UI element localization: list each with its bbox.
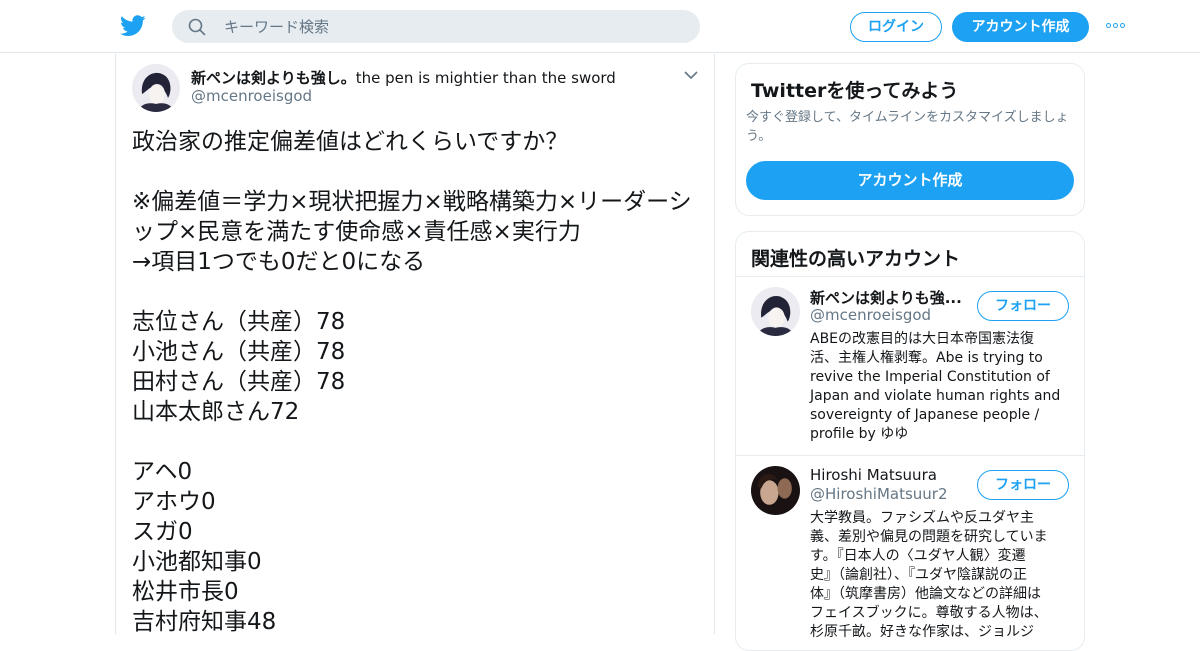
signup-card-button[interactable]: アカウント作成 (746, 161, 1074, 200)
tweet-line: 田村さん（共産）78 (132, 369, 346, 395)
related-account-item: 新ペンは剣よりも強... @mcenroeisgod フォロー ABEの改憲目的… (736, 277, 1084, 456)
search-box (172, 10, 700, 43)
account-bio: ABEの改憲目的は大日本帝国憲法復 活、主権人権剥奪。Abe is trying… (810, 330, 1072, 444)
bio-line: revive the Imperial Constitution of (810, 369, 1050, 385)
top-navigation-bar: ログイン アカウント作成 (0, 0, 1200, 53)
tweet-line: 小池さん（共産）78 (132, 339, 346, 365)
tweet-line: →項目1つでも0だと0になる (132, 249, 426, 275)
account-avatar-image (751, 466, 800, 515)
tweet-line: 小池都知事0 (132, 549, 262, 575)
bio-line: sovereignty of Japanese people / (810, 407, 1040, 423)
account-handle[interactable]: @mcenroeisgod (810, 306, 931, 324)
bio-line: 義、差別や偏見の問題を研究していま (810, 529, 1048, 545)
signup-card: Twitterを使ってみよう 今すぐ登録して、タイムラインをカスタマイズしましょ… (735, 63, 1085, 216)
author-name-latin: the pen is mightier than the sword (355, 69, 616, 87)
tweet-line: ップ×民意を満たす使命感×責任感×実行力 (132, 219, 581, 245)
account-bio: 大学教員。ファシズムや反ユダヤ主 義、差別や偏見の問題を研究していま す。『日本… (810, 509, 1072, 642)
author-handle[interactable]: @mcenroeisgod (191, 87, 312, 105)
bio-line: 大学教員。ファシズムや反ユダヤ主 (810, 510, 1034, 526)
signup-card-description: 今すぐ登録して、タイムラインをカスタマイズしましょう。 (746, 110, 1069, 144)
twitter-bird-icon[interactable] (120, 14, 146, 38)
tweet-line: 山本太郎さん72 (132, 399, 300, 425)
tweet-line: 松井市長0 (132, 579, 239, 605)
chevron-down-icon[interactable] (684, 70, 698, 80)
bio-line: ABEの改憲目的は大日本帝国憲法復 (810, 331, 1035, 347)
bio-line: フェイスブックに。尊敬する人物は、 (810, 605, 1048, 621)
author-name-jp: 新ペンは剣よりも強し。 (191, 69, 356, 87)
tweet-line: ※偏差値＝学力×現状把握力×戦略構築力×リーダーシ (132, 189, 692, 215)
avatar[interactable] (751, 287, 800, 336)
bio-line: Japan and violate human rights and (810, 388, 1061, 404)
tweet-text: 政治家の推定偏差値はどれくらいですか？ ※偏差値＝学力×現状把握力×戦略構築力×… (132, 127, 702, 634)
author-avatar-image (132, 64, 180, 112)
avatar[interactable] (751, 466, 800, 515)
account-handle[interactable]: @HiroshiMatsuur2 (810, 485, 948, 503)
tweet-line (132, 427, 702, 457)
tweet-line: アホウ0 (132, 489, 216, 515)
bio-line: 杉原千畝。好きな作家は、ジョルジ (810, 624, 1034, 640)
account-avatar-image (751, 287, 800, 336)
more-options-icon[interactable] (1106, 18, 1130, 34)
account-name[interactable]: 新ペンは剣よりも強... (810, 287, 962, 308)
search-icon (188, 18, 206, 36)
bio-line: 史』（論創社）、『ユダヤ陰謀説の正 (810, 567, 1027, 583)
tweet-line: スガ0 (132, 519, 193, 545)
tweet-line (132, 157, 702, 187)
bio-line: profile by ゆゆ (810, 426, 909, 442)
author-name[interactable]: 新ペンは剣よりも強し。the pen is mightier than the … (191, 67, 616, 88)
author-avatar[interactable] (132, 64, 180, 112)
login-button[interactable]: ログイン (850, 12, 942, 42)
tweet-column: 新ペンは剣よりも強し。the pen is mightier than the … (115, 54, 715, 634)
tweet-line: アヘ0 (132, 459, 193, 485)
signup-card-title: Twitterを使ってみよう (751, 80, 959, 102)
bio-line: す。『日本人の〈ユダヤ人観〉変遷 (810, 548, 1026, 564)
tweet-line: 志位さん（共産）78 (132, 309, 346, 335)
tweet-line: 政治家の推定偏差値はどれくらいですか？ (132, 129, 569, 155)
account-name[interactable]: Hiroshi Matsuura (810, 466, 937, 484)
follow-button[interactable]: フォロー (977, 470, 1069, 500)
tweet-line (132, 277, 702, 307)
signup-button[interactable]: アカウント作成 (952, 12, 1089, 42)
search-input[interactable] (222, 16, 686, 38)
bio-line: 活、主権人権剥奪。Abe is trying to (810, 350, 1043, 366)
related-accounts-title: 関連性の高いアカウント (751, 248, 961, 270)
related-accounts-card: 関連性の高いアカウント 新ペンは剣よりも強... @mcenroeisgod フ… (735, 231, 1085, 651)
bio-line: 体』（筑摩書房）他論文などの詳細は (810, 586, 1041, 602)
related-account-item: Hiroshi Matsuura @HiroshiMatsuur2 フォロー 大… (736, 456, 1084, 650)
follow-button[interactable]: フォロー (977, 291, 1069, 321)
